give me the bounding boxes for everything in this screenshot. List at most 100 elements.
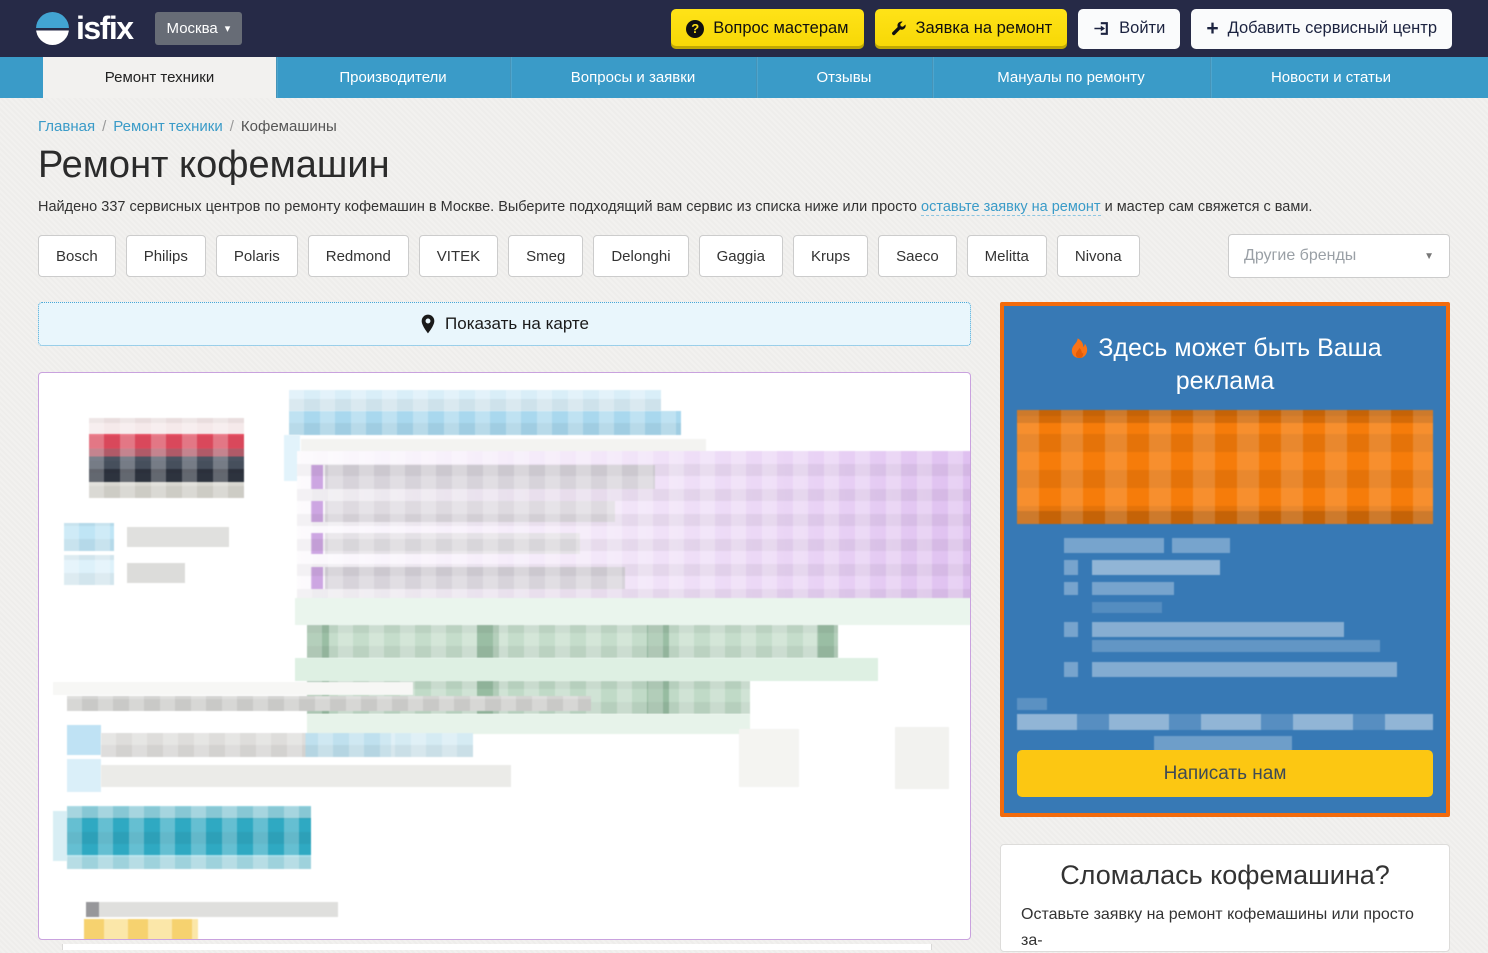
brand-filter-nivona[interactable]: Nivona [1057,235,1140,277]
button-label: Заявка на ремонт [916,19,1053,38]
censored-ad-line [1092,622,1344,637]
censored-text-line [67,696,591,711]
censored-list-item [325,533,580,554]
intro-before: Найдено 337 сервисных центров по ремонту… [38,199,921,215]
city-label: Москва [167,20,218,37]
ad-title-line2: реклама [1176,367,1275,395]
censored-ad-line [1017,698,1047,710]
censored-text-line [127,527,229,547]
censored-ad-bullet [1064,560,1078,575]
select-value: Другие бренды [1244,247,1356,265]
censored-ad-line [1092,602,1162,613]
map-pin-icon [420,314,436,334]
topbar-actions: ? Вопрос мастерам Заявка на ремонт Войти… [671,9,1452,49]
tab-questions-requests[interactable]: Вопросы и заявки [510,57,756,98]
censored-green-row [307,625,838,658]
censored-listing-title [289,411,681,435]
breadcrumb: Главная / Ремонт техники / Кофемашины [38,118,1450,135]
censored-ad-line [1092,582,1174,595]
brand-filter-polaris[interactable]: Polaris [216,235,298,277]
censored-ad-line [1017,714,1433,730]
censored-text-line [99,902,338,917]
brand-filter-delonghi[interactable]: Delonghi [593,235,688,277]
censored-badge [67,759,101,792]
tab-repair-manuals[interactable]: Мануалы по ремонту [932,57,1210,98]
breadcrumb-separator: / [102,118,106,135]
brand-filter-saeco[interactable]: Saeco [878,235,957,277]
brand-filter-melitta[interactable]: Melitta [967,235,1047,277]
button-label: Войти [1119,19,1165,38]
brand-filter-smeg[interactable]: Smeg [508,235,583,277]
login-button[interactable]: Войти [1078,9,1180,49]
censored-rating-stars [84,919,198,940]
plus-icon: + [1206,18,1218,39]
tab-repair[interactable]: Ремонт техники [43,57,276,98]
censored-listing-logo [89,418,244,498]
censored-text-line [101,765,511,787]
censored-green-row [295,598,971,625]
breadcrumb-home[interactable]: Главная [38,118,95,135]
censored-cell [895,727,949,789]
repair-request-button[interactable]: Заявка на ремонт [875,9,1068,49]
caret-down-icon: ▼ [1424,251,1434,262]
breadcrumb-current: Кофемашины [241,118,337,135]
censored-ad-banner [1017,410,1433,524]
request-promo-title: Сломалась кофемашина? [1021,860,1429,891]
censored-ad-line [1092,640,1380,652]
censored-ad-bullet [1064,582,1078,595]
censored-text-line [127,563,185,583]
show-on-map-button[interactable]: Показать на карте [38,302,971,346]
tab-news-articles[interactable]: Новости и статьи [1210,57,1452,98]
flame-icon [1068,336,1091,359]
request-promo-text-line: Оставьте заявку на ремонт кофемашины или… [1021,902,1429,952]
request-promo-text: Оставьте заявку на ремонт кофемашины или… [1021,902,1429,952]
censored-ad-bullet [1064,622,1078,637]
censored-cell [739,729,799,787]
intro-after: и мастер сам свяжется с вами. [1101,199,1313,215]
censored-badge [64,523,114,551]
brand-filter-krups[interactable]: Krups [793,235,868,277]
main-navigation: Ремонт техники Производители Вопросы и з… [0,57,1488,98]
caret-down-icon: ▾ [225,22,231,35]
results-column: Показать на карте [38,302,971,950]
censored-list-item [325,465,655,489]
logo[interactable]: isfix [36,10,133,47]
service-listing-card [38,372,971,940]
logo-icon [36,12,69,45]
brand-filter-philips[interactable]: Philips [126,235,206,277]
brand-filter-vitek[interactable]: VITEK [419,235,498,277]
censored-cell [53,811,67,861]
brand-filter-gaggia[interactable]: Gaggia [699,235,783,277]
censored-phone-block [67,806,311,869]
sign-in-icon [1093,20,1110,37]
topbar: isfix Москва ▾ ? Вопрос мастерам Заявка … [0,0,1488,57]
censored-ad-line [1092,560,1220,575]
breadcrumb-separator: / [230,118,234,135]
censored-ad-line [1154,736,1292,751]
intro-text: Найдено 337 сервисных центров по ремонту… [38,199,1450,215]
censored-ad-bullet [1064,662,1078,677]
next-card-edge [62,944,932,950]
sidebar: Здесь может быть Ваша реклама [1000,302,1450,952]
censored-badge [64,555,114,585]
other-brands-select[interactable]: Другие бренды ▼ [1228,234,1450,278]
censored-text-line [53,682,413,695]
censored-badge [67,725,101,755]
leave-request-link[interactable]: оставьте заявку на ремонт [921,199,1101,216]
censored-text-line [101,733,473,757]
breadcrumb-repair[interactable]: Ремонт техники [113,118,222,135]
brand-filter-bosch[interactable]: Bosch [38,235,116,277]
map-button-label: Показать на карте [445,314,589,334]
add-service-center-button[interactable]: + Добавить сервисный центр [1191,9,1452,49]
wrench-icon [890,20,907,37]
city-selector[interactable]: Москва ▾ [155,12,243,45]
tab-reviews[interactable]: Отзывы [756,57,932,98]
tab-manufacturers[interactable]: Производители [276,57,510,98]
question-circle-icon: ? [686,20,704,38]
censored-green-row [307,714,750,734]
button-label: Вопрос мастерам [713,19,848,38]
brand-filter-redmond[interactable]: Redmond [308,235,409,277]
logo-text: isfix [76,10,133,47]
write-to-us-button[interactable]: Написать нам [1017,750,1433,797]
ask-masters-button[interactable]: ? Вопрос мастерам [671,9,863,49]
